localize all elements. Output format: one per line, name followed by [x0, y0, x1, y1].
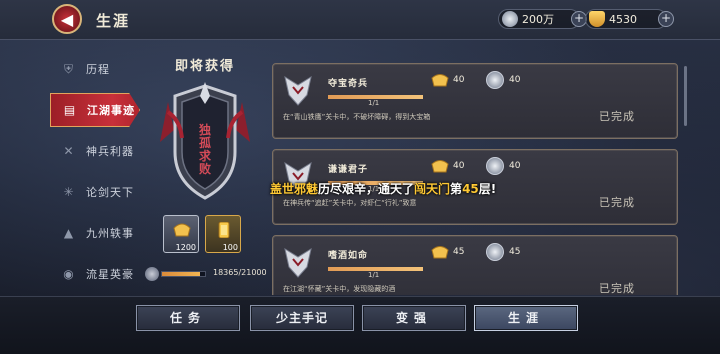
sidebar-item-label: 流星英豪: [86, 268, 134, 281]
task-silver-reward: 40: [509, 75, 521, 85]
announcement-text: 历尽艰辛，通天了: [318, 182, 415, 196]
emblem-calligraphy: 独孤求败: [198, 123, 211, 176]
task-gold-reward: 40: [453, 161, 465, 171]
task-card[interactable]: 嗜酒如命 1/1 在江湖“怀藏”关卡中，发现隐藏的酒 45 45 已完成: [272, 235, 678, 295]
reward-items: 1200 100: [163, 215, 241, 253]
sidebar: ⛨ 历程 ▤ 江湖事迹 ✕ 神兵利器 ✳ 论剑天下 ▲ 九州轶事 ◉ 流星英豪: [50, 52, 140, 298]
announcement-text: 层!: [478, 182, 497, 196]
reward-item-gold-scroll[interactable]: 100: [205, 215, 241, 253]
sidebar-item-weapons[interactable]: ✕ 神兵利器: [50, 134, 140, 168]
sidebar-item-label: 江湖事迹: [87, 104, 135, 117]
silver-amount: 200万: [522, 13, 554, 26]
sidebar-item-meteor-heroes[interactable]: ◉ 流星英豪: [50, 257, 140, 291]
announcement-player-name: 盖世邪魅: [270, 182, 319, 196]
silver-coin-icon: [502, 11, 518, 27]
task-title: 夺宝奇兵: [328, 79, 369, 89]
add-gold-button[interactable]: +: [658, 11, 674, 27]
task-card[interactable]: 夺宝奇兵 1/1 在“青山铁鹰”关卡中，不破坏障碍，得到大宝箱 40 40 已完…: [272, 63, 678, 139]
sidebar-item-jianghu-deeds[interactable]: ▤ 江湖事迹: [50, 93, 140, 127]
silver-currency: 200万 +: [498, 9, 587, 29]
star-burst-icon: ✳: [63, 185, 75, 199]
reward-progress: 18365/21000: [145, 267, 270, 281]
task-list-scrollbar[interactable]: [684, 66, 687, 126]
progress-track: [161, 271, 206, 277]
helmet-icon: ◉: [63, 267, 75, 281]
sidebar-item-label: 九州轶事: [86, 227, 134, 240]
crossed-swords-icon: ✕: [63, 144, 75, 158]
reward-title: 即将获得: [174, 59, 235, 74]
reward-item-qty: 1200: [175, 243, 196, 252]
scroll-icon: ▤: [63, 103, 77, 117]
task-description: 在“青山铁鹰”关卡中，不破坏障碍，得到大宝箱: [283, 113, 431, 121]
sidebar-item-label: 论剑天下: [86, 186, 134, 199]
silver-coin-icon: [486, 71, 504, 89]
gold-currency: 4530 +: [585, 9, 674, 29]
gold-scroll-icon: [218, 222, 230, 238]
shield-icon: ⛨: [63, 62, 74, 76]
title-emblem[interactable]: 独孤求败: [160, 82, 250, 202]
task-gold-reward: 40: [453, 75, 465, 85]
arrow-left-icon: ◀: [60, 9, 74, 29]
gold-ingot-icon: [431, 74, 449, 87]
page-title: 生涯: [96, 12, 131, 30]
tab-become-stronger[interactable]: 变强: [362, 305, 466, 331]
sidebar-item-label: 历程: [86, 63, 110, 76]
progress-fill: [162, 272, 200, 276]
gold-ingot-icon: [589, 11, 605, 27]
task-progress-text: 1/1: [368, 99, 380, 107]
task-description: 在江湖“怀藏”关卡中，发现隐藏的酒: [283, 285, 396, 293]
task-title: 谦谦君子: [328, 165, 369, 175]
gold-ingot-icon: [431, 160, 449, 173]
upcoming-reward-panel: 即将获得 独孤求败 1200 100 18365/21000: [145, 55, 267, 285]
task-title: 嗜酒如命: [328, 251, 369, 261]
sidebar-item-jiuzhou-anecdotes[interactable]: ▲ 九州轶事: [50, 216, 140, 250]
announcement-location: 闯天门: [414, 182, 451, 196]
gold-ingot-icon: [173, 223, 191, 237]
announcement-floor: 45: [462, 182, 479, 196]
gold-ingot-icon: [431, 246, 449, 259]
task-description: 在神兵传“追赶”关卡中，对虾仁“行礼”致意: [283, 199, 417, 207]
tab-tasks[interactable]: 任务: [136, 305, 240, 331]
task-silver-reward: 40: [509, 161, 521, 171]
sidebar-item-label: 神兵利器: [86, 145, 134, 158]
sidebar-item-history[interactable]: ⛨ 历程: [50, 52, 140, 86]
tab-young-master-notes[interactable]: 少主手记: [250, 305, 354, 331]
back-button[interactable]: ◀: [52, 4, 82, 34]
mountain-icon: ▲: [63, 226, 75, 240]
task-gold-reward: 45: [453, 247, 465, 257]
system-announcement: 盖世邪魅历尽艰辛，通天了闯天门第45层!: [270, 180, 496, 197]
tab-career[interactable]: 生涯: [474, 305, 578, 331]
sidebar-item-sword-debate[interactable]: ✳ 论剑天下: [50, 175, 140, 209]
silver-coin-icon: [486, 157, 504, 175]
task-progress-text: 1/1: [368, 271, 380, 279]
task-status: 已完成: [599, 196, 635, 209]
silver-coin-icon: [486, 243, 504, 261]
wolf-badge-icon: [284, 247, 312, 278]
progress-text: 18365/21000: [213, 268, 267, 277]
bottom-nav: 任务 少主手记 变强 生涯: [0, 296, 720, 354]
wolf-badge-icon: [284, 75, 312, 106]
reward-item-qty: 100: [222, 243, 238, 252]
task-status: 已完成: [599, 282, 635, 295]
task-list[interactable]: 夺宝奇兵 1/1 在“青山铁鹰”关卡中，不破坏障碍，得到大宝箱 40 40 已完…: [272, 63, 680, 295]
task-status: 已完成: [599, 110, 635, 123]
gold-amount: 4530: [609, 12, 637, 26]
task-silver-reward: 45: [509, 247, 521, 257]
announcement-text: 第: [450, 182, 463, 196]
reward-item-gold-ingot[interactable]: 1200: [163, 215, 199, 253]
progress-coin-icon: [145, 267, 159, 281]
top-bar: ◀ 生涯 200万 + 4530 +: [0, 0, 720, 40]
